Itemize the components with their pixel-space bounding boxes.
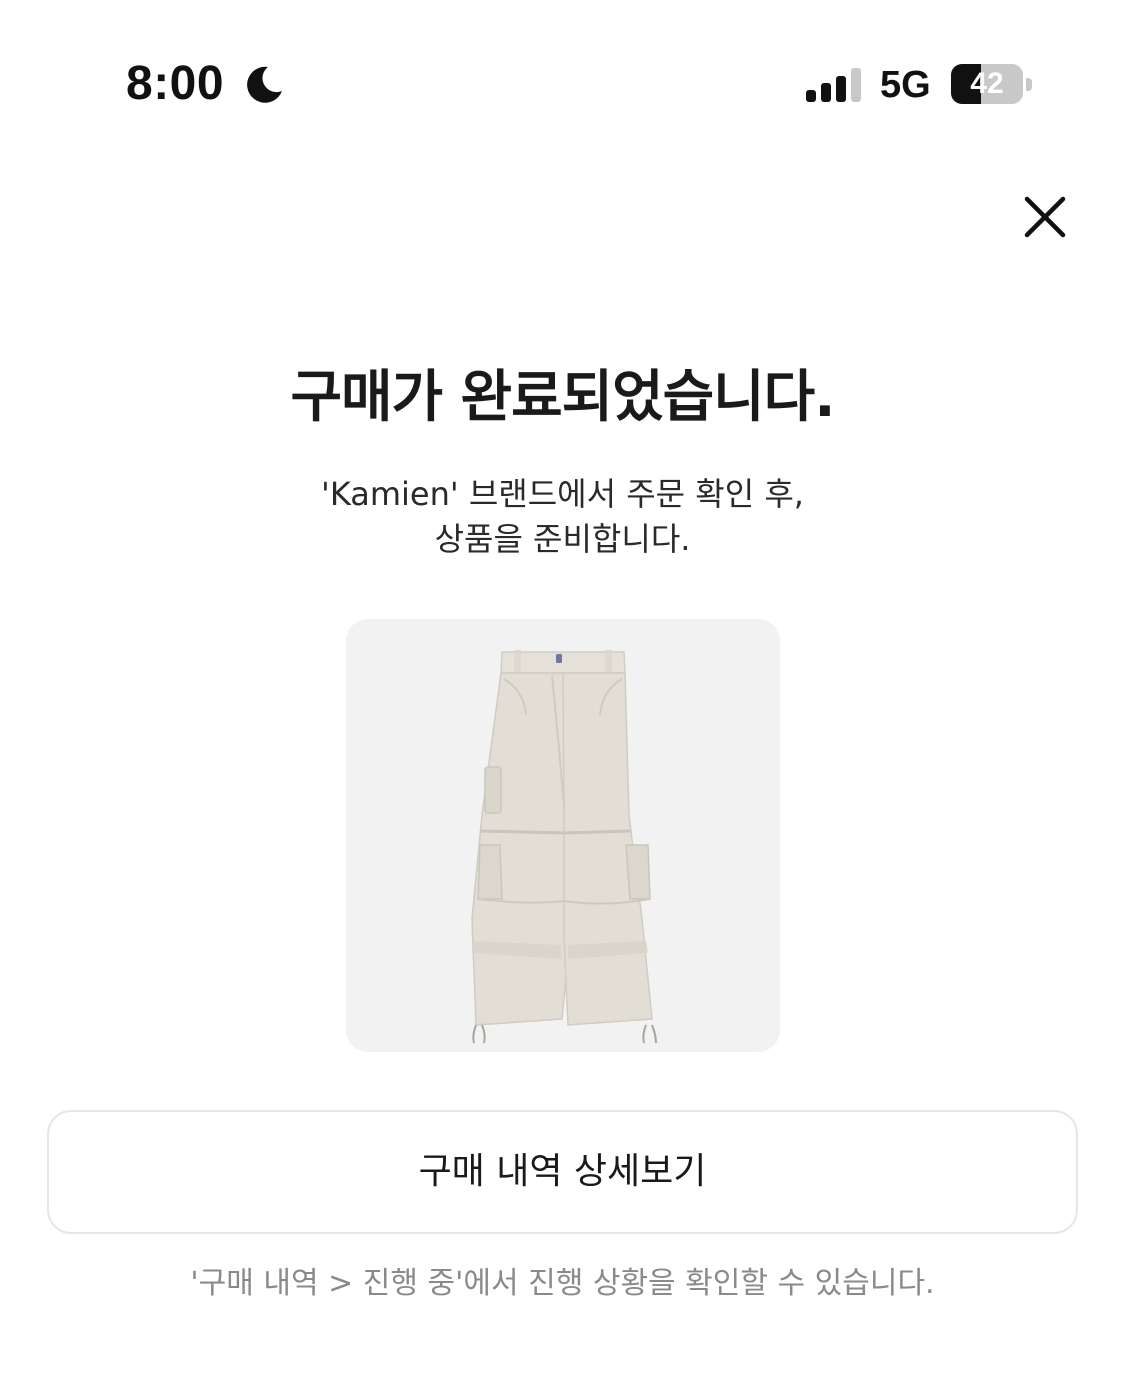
cellular-signal-icon xyxy=(806,68,861,102)
confirmation-message-line-1: 'Kamien' 브랜드에서 주문 확인 후, xyxy=(321,475,804,513)
battery-tip xyxy=(1026,78,1032,91)
view-purchase-details-button[interactable]: 구매 내역 상세보기 xyxy=(47,1110,1078,1234)
battery-icon: 42 xyxy=(951,64,1033,104)
confirmation-message-line-2: 상품을 준비합니다. xyxy=(434,520,691,558)
confirmation-message: 'Kamien' 브랜드에서 주문 확인 후, 상품을 준비합니다. xyxy=(0,472,1125,562)
moon-icon xyxy=(247,66,282,103)
status-bar: 8:00 5G 42 xyxy=(0,0,1125,170)
status-time: 8:00 xyxy=(126,57,225,110)
product-image xyxy=(471,650,657,1044)
close-button[interactable] xyxy=(1016,188,1074,246)
network-type: 5G xyxy=(880,64,931,106)
close-icon xyxy=(1024,196,1066,238)
footnote: '구매 내역 > 진행 중'에서 진행 상황을 확인할 수 있습니다. xyxy=(190,1266,935,1301)
battery-body: 42 xyxy=(951,64,1023,104)
page-title: 구매가 완료되었습니다. xyxy=(290,365,836,430)
battery-percentage: 42 xyxy=(970,67,1004,100)
product-image-card[interactable] xyxy=(346,619,780,1052)
